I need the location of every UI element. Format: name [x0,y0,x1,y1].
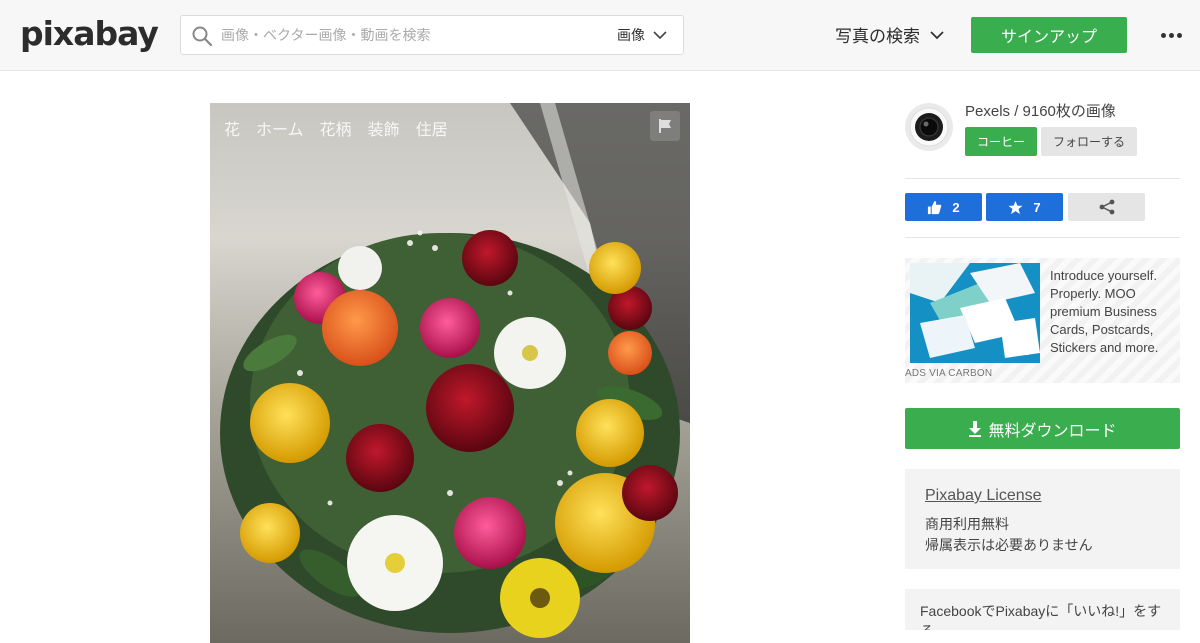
follow-button[interactable]: フォローする [1041,127,1137,156]
ad-via-label[interactable]: ADS VIA CARBON [905,368,992,379]
photo-search-label: 写真の検索 [835,27,920,46]
search-type-dropdown[interactable]: 画像 [617,16,667,54]
more-dots-icon[interactable] [1158,24,1184,46]
search-icon[interactable] [191,25,213,47]
license-line-2: 帰属表示は必要ありません [925,537,1093,553]
search-input[interactable] [221,16,601,54]
chevron-down-icon [930,30,944,39]
star-icon [1008,200,1023,214]
license-link[interactable]: Pixabay License [925,487,1042,505]
license-line-1: 商用利用無料 [925,516,1009,532]
carbon-ad[interactable]: MOO Introduce yourself. Properly. MOO pr… [905,258,1180,383]
flower-bouquet-image [220,103,690,638]
main-photo[interactable]: 花 ホーム 花柄 装飾 住居 [210,103,690,643]
share-button[interactable] [1068,193,1145,221]
favorite-count: 7 [1033,199,1041,215]
thumbs-up-icon [928,200,942,214]
report-button[interactable] [650,111,680,141]
facebook-like-text[interactable]: FacebookでPixabayに「いいね!」をする [920,601,1170,630]
favorite-button[interactable]: 7 [986,193,1063,221]
tag-link[interactable]: 花柄 [320,116,352,140]
search-bar: 画像 [180,15,684,55]
tag-link[interactable]: 花 [224,116,240,140]
photo-tags: 花 ホーム 花柄 装飾 住居 [224,116,448,140]
photo-search-menu[interactable]: 写真の検索 [835,22,944,47]
facebook-like-box: FacebookでPixabayに「いいね!」をする [905,589,1180,630]
ad-image: MOO [910,263,1040,363]
camera-lens-icon [909,107,949,147]
like-button[interactable]: 2 [905,193,982,221]
download-icon [969,420,982,437]
signup-button[interactable]: サインアップ [971,17,1127,53]
header: pixabay 画像 写真の検索 サインアップ [0,0,1200,71]
divider [905,178,1180,179]
avatar[interactable] [905,103,953,151]
download-label: 無料ダウンロード [988,422,1117,440]
ad-text[interactable]: Introduce yourself. Properly. MOO premiu… [1050,267,1175,357]
coffee-button[interactable]: コーヒー [965,127,1037,156]
tag-link[interactable]: 装飾 [368,116,400,140]
flag-icon [659,119,671,133]
ad-brand: MOO [1007,347,1031,358]
download-button[interactable]: 無料ダウンロード [905,408,1180,449]
chevron-down-icon [653,31,667,40]
user-info[interactable]: Pexels / 9160枚の画像 [965,100,1116,121]
pixabay-logo[interactable]: pixabay [20,14,159,53]
license-box: Pixabay License 商用利用無料 帰属表示は必要ありません [905,469,1180,569]
share-icon [1099,199,1114,215]
divider [905,237,1180,238]
like-count: 2 [952,199,960,215]
search-type-label: 画像 [617,27,645,43]
tag-link[interactable]: 住居 [416,116,448,140]
tag-link[interactable]: ホーム [256,116,304,140]
